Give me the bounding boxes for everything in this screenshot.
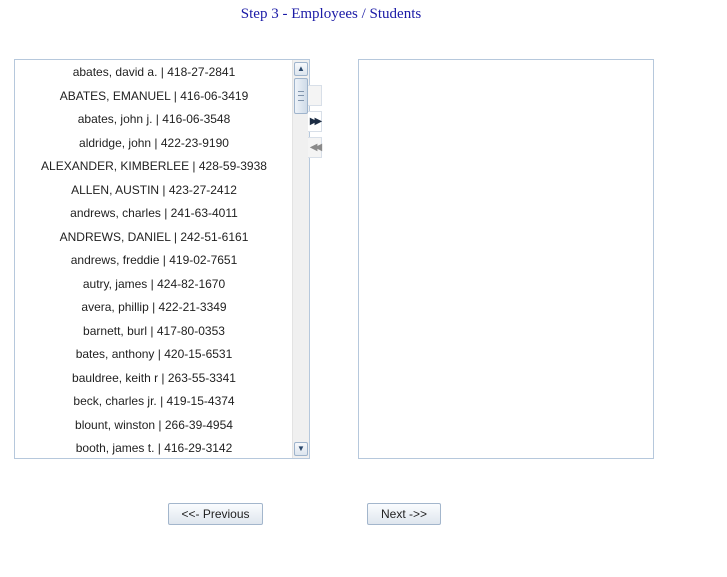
- scroll-grip-icon: [298, 91, 304, 101]
- available-items-list: abates, david a. | 418-27-2841 ABATES, EM…: [15, 60, 293, 458]
- previous-button[interactable]: <<- Previous: [168, 503, 263, 525]
- list-item[interactable]: andrews, freddie | 419-02-7651: [15, 249, 293, 273]
- next-button[interactable]: Next ->>: [367, 503, 441, 525]
- move-left-button[interactable]: ◀◀: [308, 137, 322, 158]
- available-employees-listbox[interactable]: abates, david a. | 418-27-2841 ABATES, EM…: [14, 59, 310, 459]
- page-title: Step 3 - Employees / Students: [240, 6, 422, 22]
- list-item[interactable]: blount, winston | 266-39-4954: [15, 414, 293, 438]
- list-item[interactable]: bates, anthony | 420-15-6531: [15, 343, 293, 367]
- list-item[interactable]: barnett, burl | 417-80-0353: [15, 320, 293, 344]
- list-item[interactable]: abates, john j. | 416-06-3548: [15, 108, 293, 132]
- list-item[interactable]: beck, charles jr. | 419-15-4374: [15, 390, 293, 414]
- list-item[interactable]: aldridge, john | 422-23-9190: [15, 132, 293, 156]
- listbox-scrollbar[interactable]: ▲ ▼: [292, 60, 309, 458]
- list-item[interactable]: andrews, charles | 241-63-4011: [15, 202, 293, 226]
- double-left-arrow-icon: ◀◀: [309, 142, 323, 153]
- list-item[interactable]: autry, james | 424-82-1670: [15, 273, 293, 297]
- list-item[interactable]: ABATES, EMANUEL | 416-06-3419: [15, 85, 293, 109]
- scroll-thumb[interactable]: [294, 78, 308, 114]
- list-item[interactable]: ALLEN, AUSTIN | 423-27-2412: [15, 179, 293, 203]
- list-item[interactable]: avera, phillip | 422-21-3349: [15, 296, 293, 320]
- double-right-arrow-icon: ▶▶: [309, 116, 323, 127]
- scroll-down-arrow-icon[interactable]: ▼: [294, 442, 308, 456]
- list-item[interactable]: bauldree, keith r | 263-55-3341: [15, 367, 293, 391]
- move-right-button[interactable]: ▶▶: [308, 111, 322, 132]
- list-item[interactable]: ANDREWS, DANIEL | 242-51-6161: [15, 226, 293, 250]
- list-item[interactable]: booth, james t. | 416-29-3142: [15, 437, 293, 458]
- list-item[interactable]: ALEXANDER, KIMBERLEE | 428-59-3938: [15, 155, 293, 179]
- selected-items-list: [359, 60, 637, 458]
- selected-employees-listbox[interactable]: [358, 59, 654, 459]
- list-item[interactable]: abates, david a. | 418-27-2841: [15, 61, 293, 85]
- transfer-handle[interactable]: [308, 85, 322, 106]
- scroll-up-arrow-icon[interactable]: ▲: [294, 62, 308, 76]
